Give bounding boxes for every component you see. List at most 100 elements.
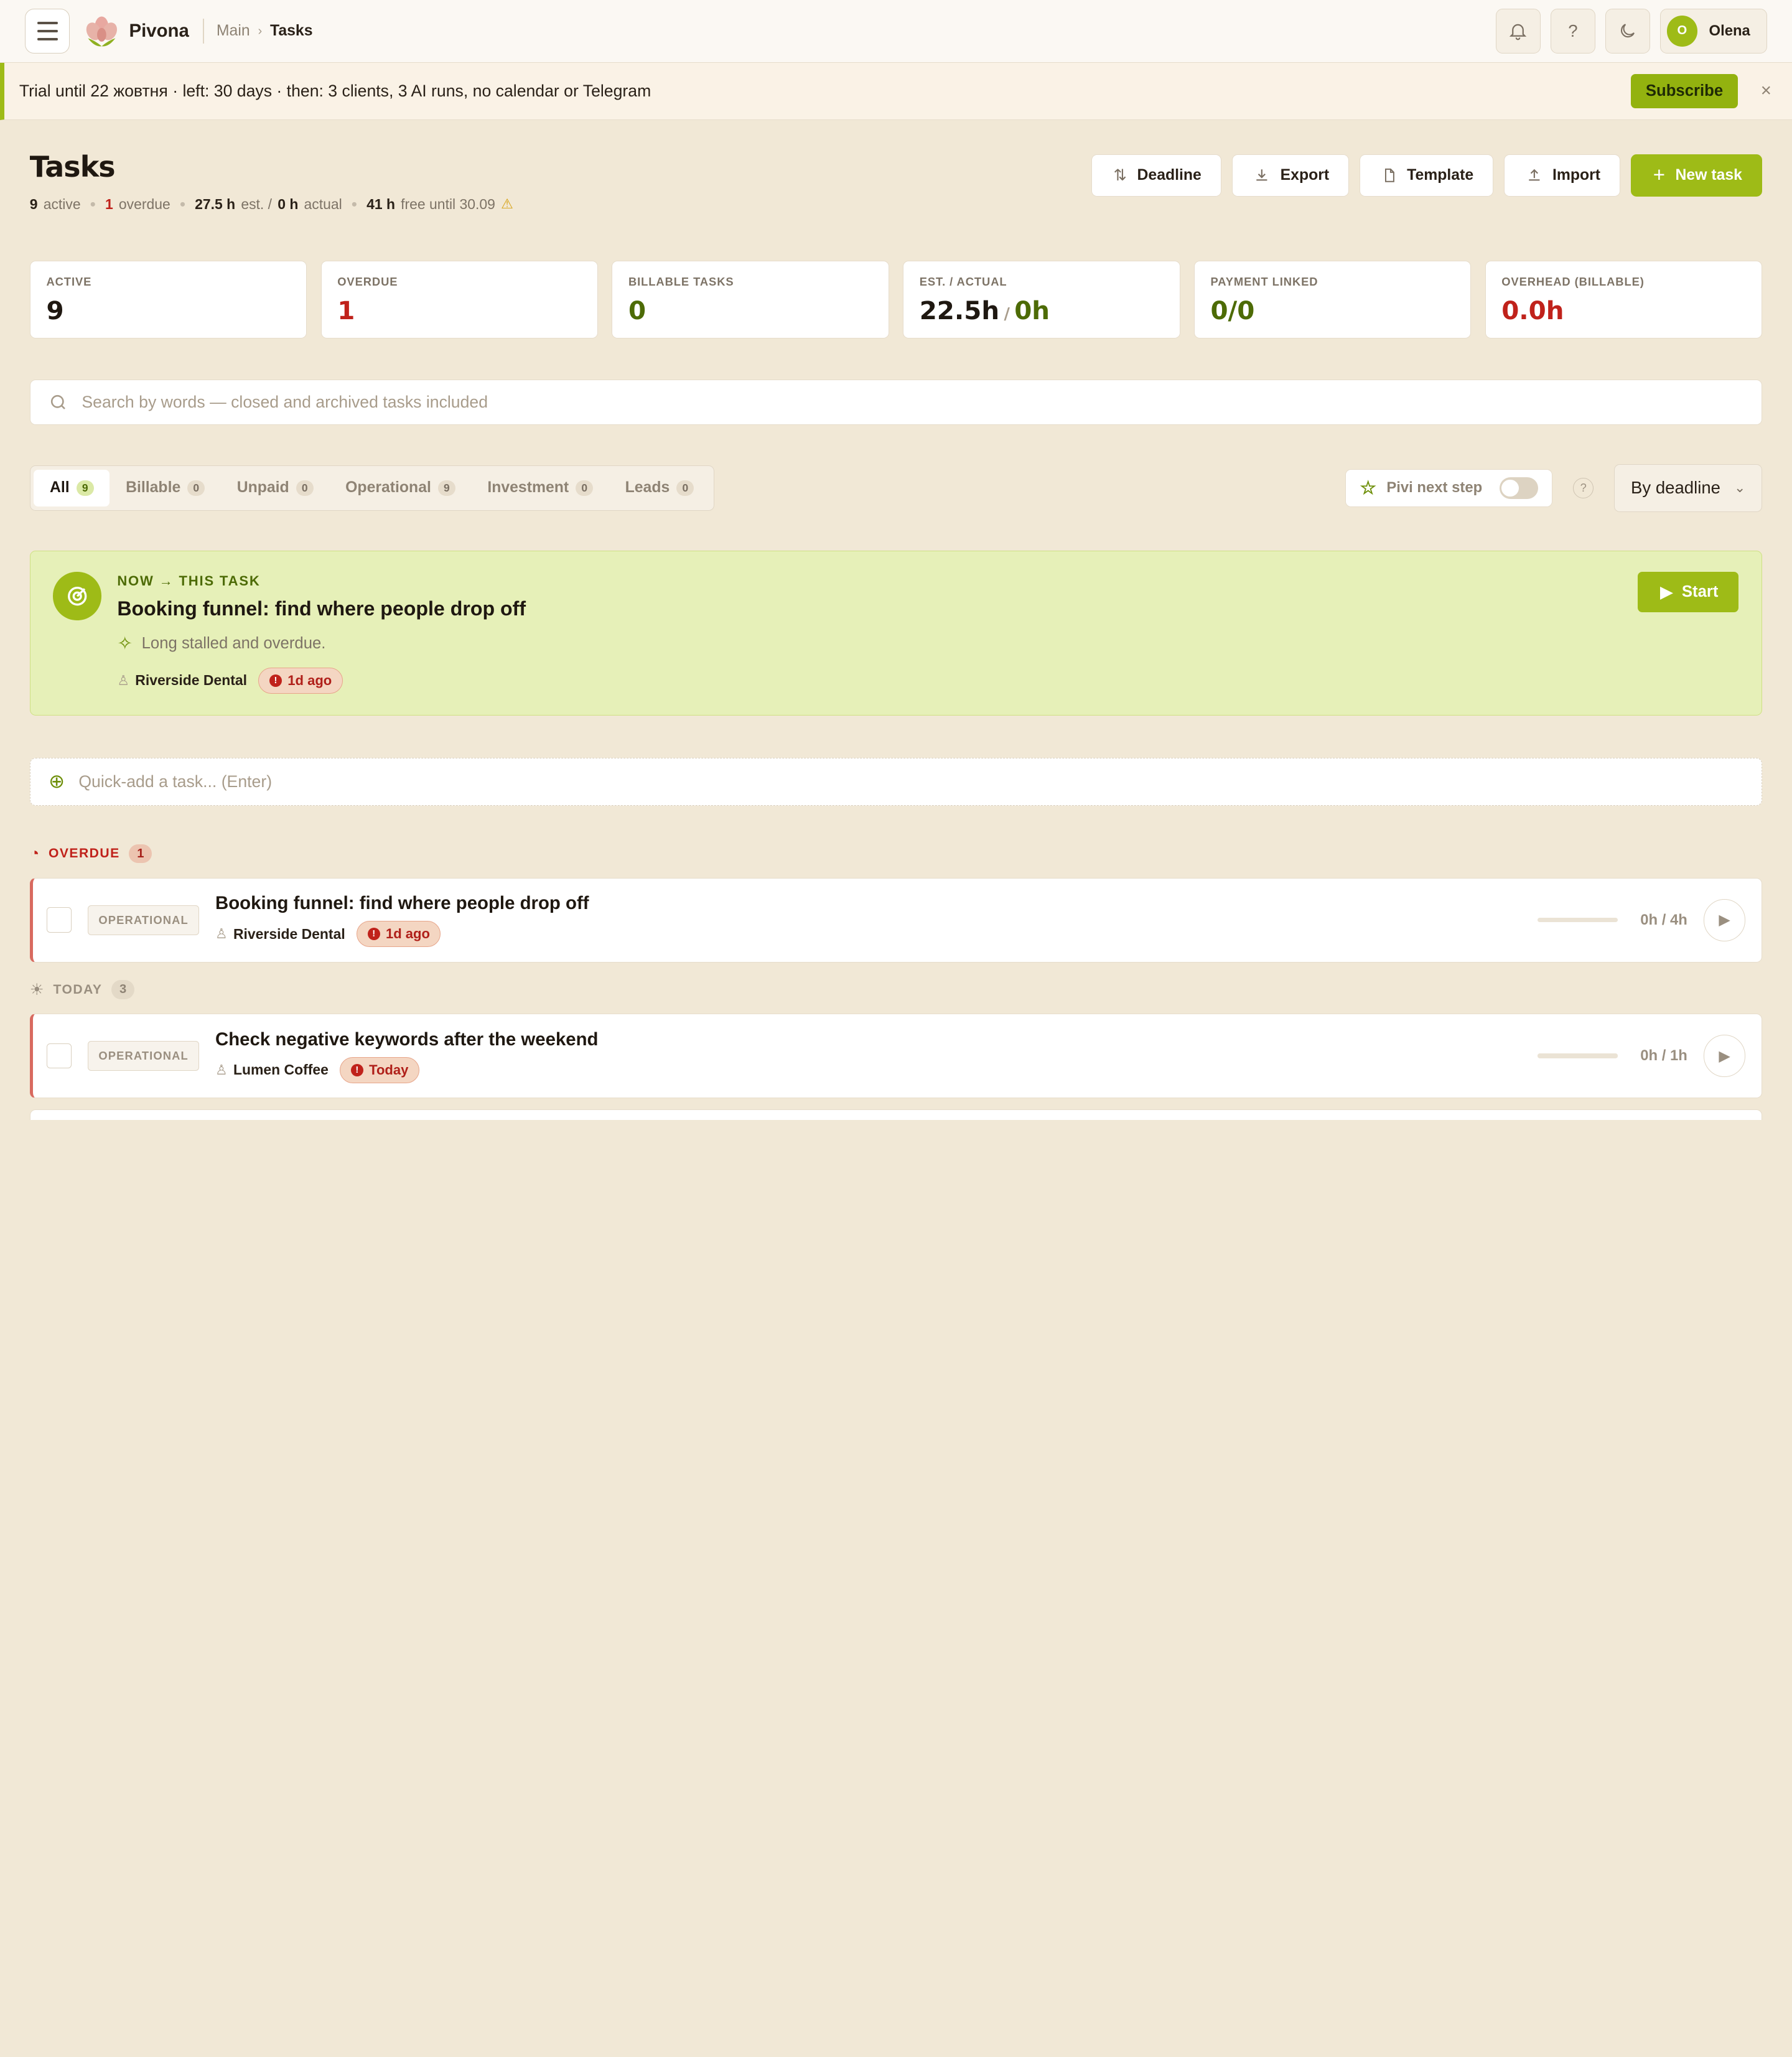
task-title[interactable]: Check negative keywords after the weeken… <box>215 1029 598 1050</box>
now-task-meta: ♙ Riverside Dental ! 1d ago <box>117 667 526 694</box>
close-icon[interactable]: × <box>1761 80 1771 101</box>
due-badge: ! 1d ago <box>357 921 441 948</box>
menu-line-icon <box>37 22 58 24</box>
task-row[interactable] <box>29 1109 1763 1120</box>
page-header: Tasks 9 active ● 1 overdue ● 27.5 h est.… <box>30 120 1763 213</box>
free-label: free until 30.09 <box>401 195 495 212</box>
import-label: Import <box>1552 166 1601 184</box>
download-icon <box>1256 169 1267 181</box>
client-link[interactable]: ♙ Riverside Dental <box>215 926 345 943</box>
notifications-button[interactable] <box>1495 9 1541 54</box>
play-timer-button[interactable]: ▶ <box>1703 898 1746 941</box>
person-icon: ♙ <box>117 672 130 688</box>
tab-label: Investment <box>487 479 569 497</box>
filter-row: All 9 Billable 0 Unpaid 0 Operational 9 … <box>29 464 1763 512</box>
header-actions: ⇅ Deadline Export Template Import + New … <box>1091 154 1763 197</box>
play-timer-button[interactable]: ▶ <box>1703 1035 1746 1078</box>
client-link[interactable]: ♙ Lumen Coffee <box>215 1061 329 1078</box>
help-button[interactable]: ? <box>1551 9 1595 54</box>
header-left: Tasks 9 active ● 1 overdue ● 27.5 h est.… <box>30 150 513 213</box>
sort-deadline-button[interactable]: ⇅ Deadline <box>1091 154 1222 197</box>
plus-icon: + <box>1653 163 1665 187</box>
reason-text: Long stalled and overdue. <box>141 635 326 653</box>
task-checkbox[interactable] <box>46 1043 72 1069</box>
alert-icon: ! <box>269 674 282 687</box>
tab-billable[interactable]: Billable 0 <box>110 470 221 506</box>
task-checkbox[interactable] <box>46 907 72 933</box>
now-task-title[interactable]: Booking funnel: find where people drop o… <box>117 597 526 620</box>
pivi-next-step-toggle[interactable]: ☆ Pivi next step <box>1345 469 1553 507</box>
import-button[interactable]: Import <box>1503 154 1621 197</box>
hamburger-menu-button[interactable] <box>25 9 70 54</box>
alert-icon: ! <box>350 1063 363 1076</box>
task-title[interactable]: Booking funnel: find where people drop o… <box>215 893 589 914</box>
kpi-actual: 0h <box>1014 295 1050 325</box>
user-menu-button[interactable]: O Olena <box>1660 9 1767 54</box>
tab-label: All <box>49 479 70 497</box>
task-row[interactable]: OPERATIONAL Booking funnel: find where p… <box>29 877 1763 963</box>
export-button[interactable]: Export <box>1231 154 1350 197</box>
tab-all[interactable]: All 9 <box>34 470 110 506</box>
top-bar: Pivona Main › Tasks ? O Olena <box>0 0 1792 63</box>
now-kicker: NOW → THIS TASK <box>117 573 261 589</box>
tab-operational[interactable]: Operational 9 <box>329 470 471 506</box>
task-type-badge: OPERATIONAL <box>87 905 200 935</box>
task-body: Booking funnel: find where people drop o… <box>215 893 589 948</box>
due-text: 1d ago <box>385 926 430 942</box>
tab-label: Leads <box>625 479 670 497</box>
upload-icon <box>1529 169 1540 181</box>
actual-label: actual <box>304 195 342 212</box>
kpi-value: 0/0 <box>1210 295 1255 325</box>
new-task-label: New task <box>1675 166 1742 184</box>
breadcrumb-main-link[interactable]: Main <box>217 22 250 40</box>
new-task-button[interactable]: + New task <box>1630 154 1763 197</box>
task-row[interactable]: OPERATIONAL Check negative keywords afte… <box>29 1014 1763 1099</box>
bell-icon <box>1510 24 1527 40</box>
tab-unpaid[interactable]: Unpaid 0 <box>221 470 329 506</box>
tab-label: Unpaid <box>236 479 289 497</box>
client-name: Riverside Dental <box>233 925 345 942</box>
time-progress-bar <box>1537 1053 1618 1058</box>
kpi-value: 0 <box>628 295 646 325</box>
sort-dropdown[interactable]: By deadline ⌄ <box>1614 464 1763 512</box>
now-reason: ✧ Long stalled and overdue. <box>117 633 526 655</box>
breadcrumb-current: Tasks <box>270 22 313 39</box>
person-icon: ♙ <box>215 926 228 942</box>
template-button[interactable]: Template <box>1359 154 1494 197</box>
kpi-label: OVERHEAD (BILLABLE) <box>1501 274 1645 288</box>
subscribe-button[interactable]: Subscribe <box>1630 73 1738 108</box>
kpi-value: 9 <box>46 295 64 325</box>
kpi-billable-tasks: BILLABLE TASKS 0 <box>612 260 889 338</box>
active-label: active <box>43 195 81 212</box>
help-icon[interactable]: ? <box>1573 477 1594 498</box>
app-logo[interactable]: Pivona <box>83 13 189 50</box>
bullet-icon: ● <box>90 198 96 210</box>
due-badge: ! Today <box>340 1056 419 1083</box>
task-meta: ♙ Riverside Dental ! 1d ago <box>215 921 589 948</box>
group-label: OVERDUE <box>48 846 120 861</box>
tab-count: 0 <box>187 480 205 496</box>
tab-investment[interactable]: Investment 0 <box>472 470 609 506</box>
divider <box>202 18 204 44</box>
quick-add-input[interactable] <box>78 772 1743 791</box>
breadcrumb-chevron-icon: › <box>258 24 263 38</box>
task-body: Check negative keywords after the weeken… <box>215 1029 599 1083</box>
trial-text: Trial until 22 жовтня · left: 30 days · … <box>19 81 651 100</box>
search-icon <box>51 394 66 409</box>
estimate-label: est. / <box>241 195 273 212</box>
kpi-label: OVERDUE <box>337 274 398 288</box>
template-label: Template <box>1407 166 1474 184</box>
start-button[interactable]: ▶ Start <box>1637 572 1739 612</box>
kpi-value: 0.0h <box>1501 295 1564 325</box>
toggle-switch[interactable] <box>1499 477 1539 499</box>
person-icon: ♙ <box>215 1061 228 1078</box>
kpi-label: PAYMENT LINKED <box>1210 274 1318 288</box>
filter-controls: ☆ Pivi next step ? By deadline ⌄ <box>1345 464 1763 512</box>
topbar-actions: ? O Olena <box>1495 9 1767 54</box>
client-link[interactable]: ♙ Riverside Dental <box>117 672 247 689</box>
tab-leads[interactable]: Leads 0 <box>609 470 710 506</box>
active-count: 9 <box>29 195 38 212</box>
search-input[interactable] <box>82 393 1743 413</box>
tab-count: 0 <box>676 480 694 496</box>
theme-toggle-button[interactable] <box>1605 9 1650 54</box>
